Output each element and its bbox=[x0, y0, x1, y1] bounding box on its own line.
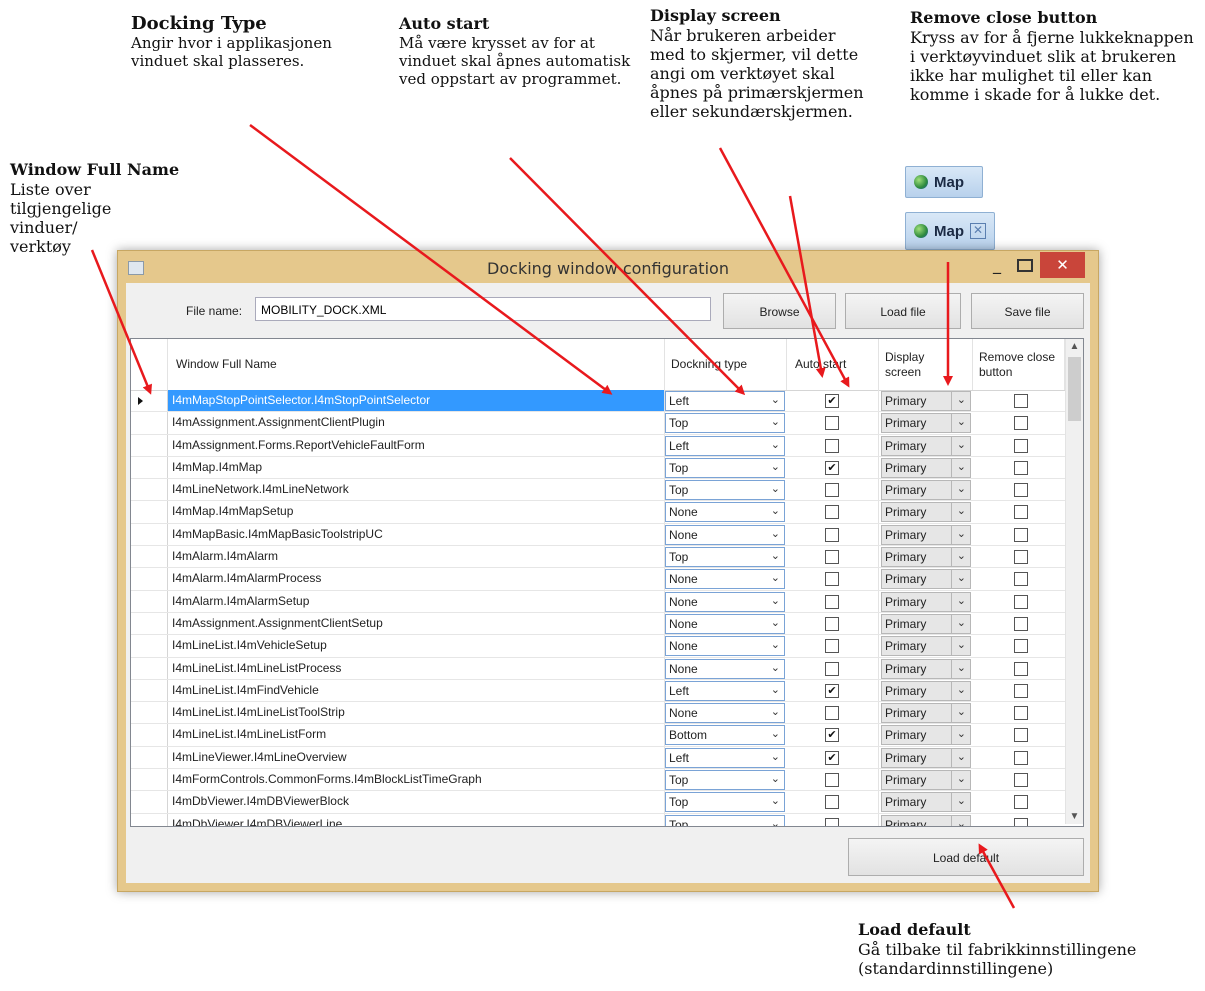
arrow-auto-start-checkbox bbox=[718, 147, 850, 388]
arrow-docking-type bbox=[249, 123, 613, 395]
arrow-load-default bbox=[978, 843, 1016, 909]
annotation-arrows bbox=[90, 123, 1016, 909]
arrow-window-full-name bbox=[90, 249, 152, 395]
arrow-auto-start bbox=[509, 157, 746, 396]
